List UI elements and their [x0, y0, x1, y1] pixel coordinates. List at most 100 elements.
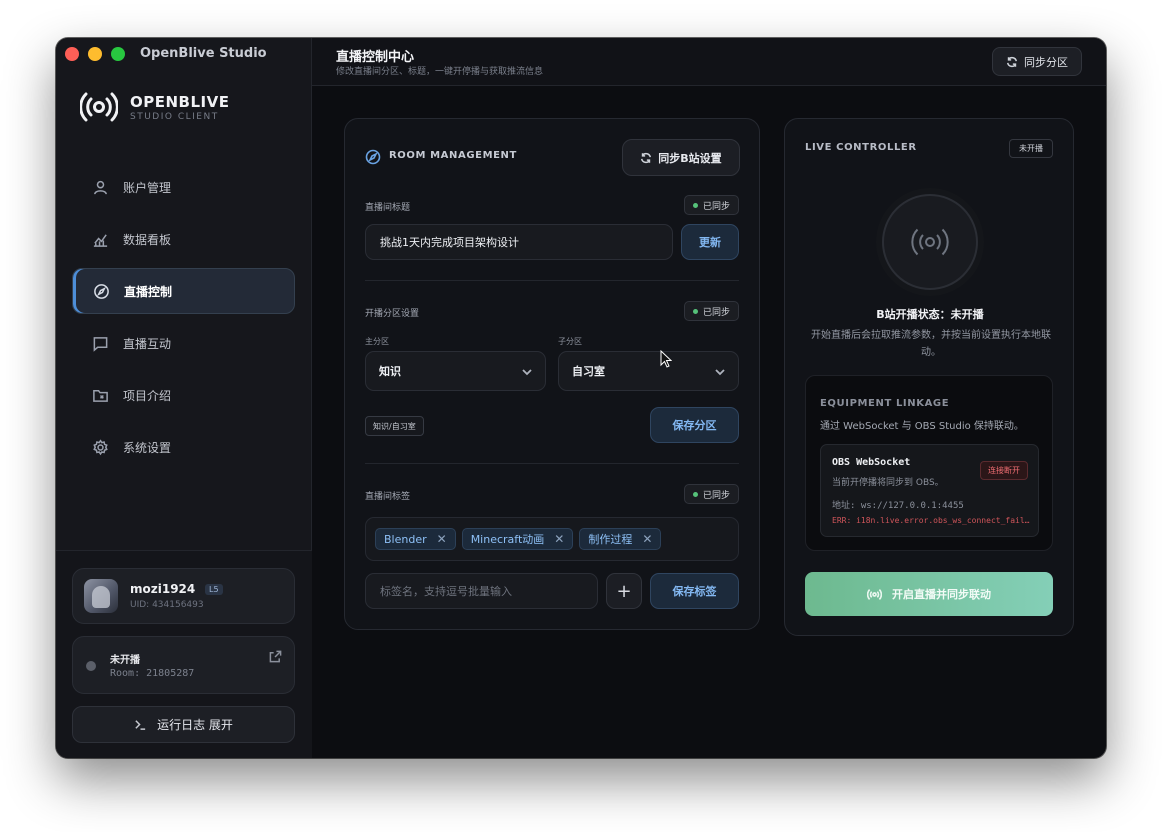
sidebar-item-label: 直播互动 — [123, 336, 172, 351]
sync-bilibili-settings-button[interactable]: 同步B站设置 — [622, 139, 740, 176]
page-title: 直播控制中心 — [336, 50, 415, 65]
live-description: 开始直播后会拉取推流参数，并按当前设置执行本地联动。 — [811, 330, 1051, 358]
start-live-button[interactable]: 开启直播并同步联动 — [805, 572, 1053, 616]
app-window: OpenBlive Studio OPENBLIVE STUDIO CLIENT… — [56, 38, 1106, 758]
equipment-linkage-heading: EQUIPMENT LINKAGE — [820, 398, 950, 409]
run-log-label: 运行日志 展开 — [157, 718, 233, 732]
tag-text: 制作过程 — [588, 533, 633, 546]
broadcast-icon — [911, 228, 949, 256]
chart-icon — [93, 233, 108, 247]
save-tags-button[interactable]: 保存标签 — [650, 573, 739, 609]
compass-icon — [365, 149, 381, 165]
avatar — [84, 579, 118, 613]
remove-tag-icon[interactable]: ✕ — [642, 532, 652, 546]
add-tag-button[interactable]: + — [606, 573, 642, 609]
tag-input[interactable]: 标签名，支持逗号批量输入 — [365, 573, 598, 609]
window-controls — [65, 47, 125, 61]
close-window-button[interactable] — [65, 47, 79, 61]
sidebar-item-account[interactable]: 账户管理 — [72, 164, 295, 210]
terminal-icon — [135, 720, 146, 730]
maximize-window-button[interactable] — [111, 47, 125, 61]
brand-name: OPENBLIVE — [130, 92, 230, 111]
save-area-button[interactable]: 保存分区 — [650, 407, 739, 443]
mouse-cursor-icon — [660, 350, 672, 368]
broadcast-logo-icon — [80, 92, 118, 122]
green-status-dot — [692, 202, 698, 208]
area-synced-badge: 已同步 — [683, 301, 739, 321]
gear-icon — [93, 438, 108, 455]
live-state-text: B站开播状态：未开播 — [876, 308, 984, 321]
sidebar-item-project-intro[interactable]: 项目介绍 — [72, 372, 295, 418]
section-divider — [365, 463, 739, 464]
sidebar-item-dashboard[interactable]: 数据看板 — [72, 216, 295, 262]
tag-chip: Minecraft动画 ✕ — [461, 528, 574, 550]
section-divider — [365, 280, 739, 281]
main-area-select[interactable]: 知识 — [365, 351, 546, 391]
refresh-icon — [641, 152, 652, 163]
sync-area-button[interactable]: 同步分区 — [992, 47, 1082, 76]
external-link-icon[interactable] — [269, 650, 282, 663]
refresh-icon — [1006, 56, 1018, 67]
live-controller-panel: LIVE CONTROLLER 未开播 B站开播状态：未开播 开始直播后会拉取推… — [784, 118, 1074, 636]
synced-text: 已同步 — [702, 201, 730, 212]
green-status-dot — [692, 491, 698, 497]
sync-bilibili-label: 同步B站设置 — [658, 151, 722, 165]
app-title: OpenBlive Studio — [140, 46, 267, 61]
chevron-down-icon — [522, 369, 532, 376]
minimize-window-button[interactable] — [88, 47, 102, 61]
page-subtitle: 修改直播间分区、标题，一键开停播与获取推流信息 — [336, 67, 544, 77]
top-bar: 直播控制中心 修改直播间分区、标题，一键开停播与获取推流信息 同步分区 — [312, 38, 1106, 86]
chat-icon — [93, 336, 108, 352]
user-card[interactable]: mozi1924 L5 UID: 434156493 — [72, 568, 295, 624]
user-name: mozi1924 — [130, 582, 196, 596]
sub-area-select[interactable]: 自习室 — [558, 351, 739, 391]
obs-subtitle: 当前开停播将同步到 OBS。 — [832, 478, 944, 488]
obs-websocket-card: OBS WebSocket 当前开停播将同步到 OBS。 连接断开 地址: ws… — [820, 444, 1039, 537]
sidebar-item-label: 项目介绍 — [123, 388, 172, 403]
compass-icon — [94, 283, 109, 299]
live-status-badge: 未开播 — [1009, 139, 1053, 158]
sidebar-footer: mozi1924 L5 UID: 434156493 未开播 Room: 218… — [56, 550, 312, 758]
broadcast-icon — [867, 588, 882, 600]
sidebar-item-live-control[interactable]: 直播控制 — [72, 268, 295, 314]
run-log-toggle-button[interactable]: 运行日志 展开 — [72, 706, 295, 743]
area-path-tag: 知识/自习室 — [365, 416, 424, 436]
brand: OPENBLIVE STUDIO CLIENT — [80, 88, 229, 126]
live-controller-heading: LIVE CONTROLLER — [805, 142, 917, 153]
main-area-value: 知识 — [379, 365, 401, 378]
room-title-label: 直播间标题 — [365, 203, 411, 213]
sub-area-value: 自习室 — [572, 365, 605, 378]
sidebar-item-label: 数据看板 — [123, 232, 172, 247]
tag-chip: 制作过程 ✕ — [579, 528, 662, 550]
equipment-linkage-description: 通过 WebSocket 与 OBS Studio 保持联动。 — [820, 421, 1024, 432]
room-status: 未开播 — [110, 655, 140, 666]
synced-text: 已同步 — [702, 490, 730, 501]
sync-area-label: 同步分区 — [1024, 55, 1068, 69]
start-live-label: 开启直播并同步联动 — [892, 588, 991, 601]
area-settings-label: 开播分区设置 — [365, 309, 420, 319]
sidebar-item-live-interaction[interactable]: 直播互动 — [72, 320, 295, 366]
obs-error: ERR: i18n.live.error.obs_ws_connect_fail… — [832, 516, 1032, 525]
disconnected-badge: 连接断开 — [980, 461, 1028, 480]
tags-synced-badge: 已同步 — [683, 484, 739, 504]
user-uid: UID: 434156493 — [130, 600, 204, 610]
green-status-dot — [692, 308, 698, 314]
equipment-linkage-card: EQUIPMENT LINKAGE 通过 WebSocket 与 OBS Stu… — [805, 375, 1053, 551]
broadcast-indicator — [882, 194, 978, 290]
sidebar-item-system-settings[interactable]: 系统设置 — [72, 424, 295, 470]
room-card: 未开播 Room: 21805287 — [72, 636, 295, 694]
remove-tag-icon[interactable]: ✕ — [554, 532, 564, 546]
tag-chip: Blender ✕ — [375, 528, 456, 550]
sidebar: OpenBlive Studio OPENBLIVE STUDIO CLIENT… — [56, 38, 312, 758]
tag-text: Blender — [384, 532, 427, 546]
offline-status-dot — [86, 661, 96, 671]
room-title-input[interactable]: 挑战1天内完成项目架构设计 — [365, 224, 673, 260]
folder-icon — [93, 389, 108, 402]
sidebar-item-label: 账户管理 — [123, 180, 172, 195]
level-badge: L5 — [205, 584, 223, 595]
tag-text: Minecraft动画 — [470, 533, 545, 546]
update-title-button[interactable]: 更新 — [681, 224, 739, 260]
remove-tag-icon[interactable]: ✕ — [437, 532, 447, 546]
main-area-label: 主分区 — [365, 337, 389, 346]
chevron-down-icon — [715, 369, 725, 376]
